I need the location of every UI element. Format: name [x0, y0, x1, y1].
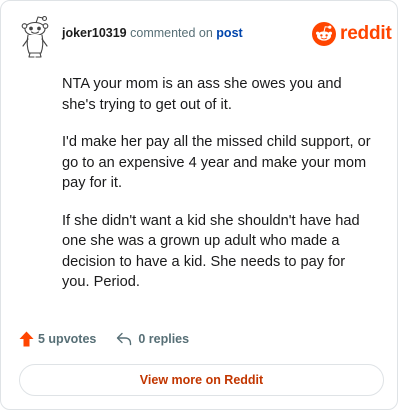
comment-paragraph: I'd make her pay all the missed child su… [62, 134, 371, 191]
snoo-avatar-icon [21, 15, 49, 58]
embedded-comment-card: joker10319 commented on post reddit NTA … [0, 0, 398, 410]
comment-action-text: commented on [130, 26, 213, 40]
comment-body: NTA your mom is an ass she owes you and … [62, 74, 372, 310]
user-avatar[interactable] [17, 15, 53, 59]
comment-actions: 5 upvotes 0 replies [19, 331, 189, 347]
reply-arrow-icon [117, 332, 132, 346]
reddit-logo[interactable]: reddit [312, 21, 392, 47]
replies-count: 0 replies [138, 332, 190, 346]
view-more-button[interactable]: View more on Reddit [19, 364, 384, 396]
reddit-snoo-icon [312, 22, 336, 46]
comment-paragraph: NTA your mom is an ass she owes you and … [62, 76, 342, 113]
upvote-count: 5 upvotes [38, 332, 97, 346]
upvote-arrow-icon [19, 331, 34, 347]
comment-header: joker10319 commented on post [62, 26, 243, 40]
post-link[interactable]: post [216, 26, 242, 40]
reddit-wordmark: reddit [340, 23, 392, 44]
comment-paragraph: If she didn't want a kid she shouldn't h… [62, 212, 360, 291]
replies-button[interactable]: 0 replies [116, 332, 189, 346]
upvote-button[interactable]: 5 upvotes [19, 331, 96, 347]
comment-author[interactable]: joker10319 [62, 26, 127, 40]
